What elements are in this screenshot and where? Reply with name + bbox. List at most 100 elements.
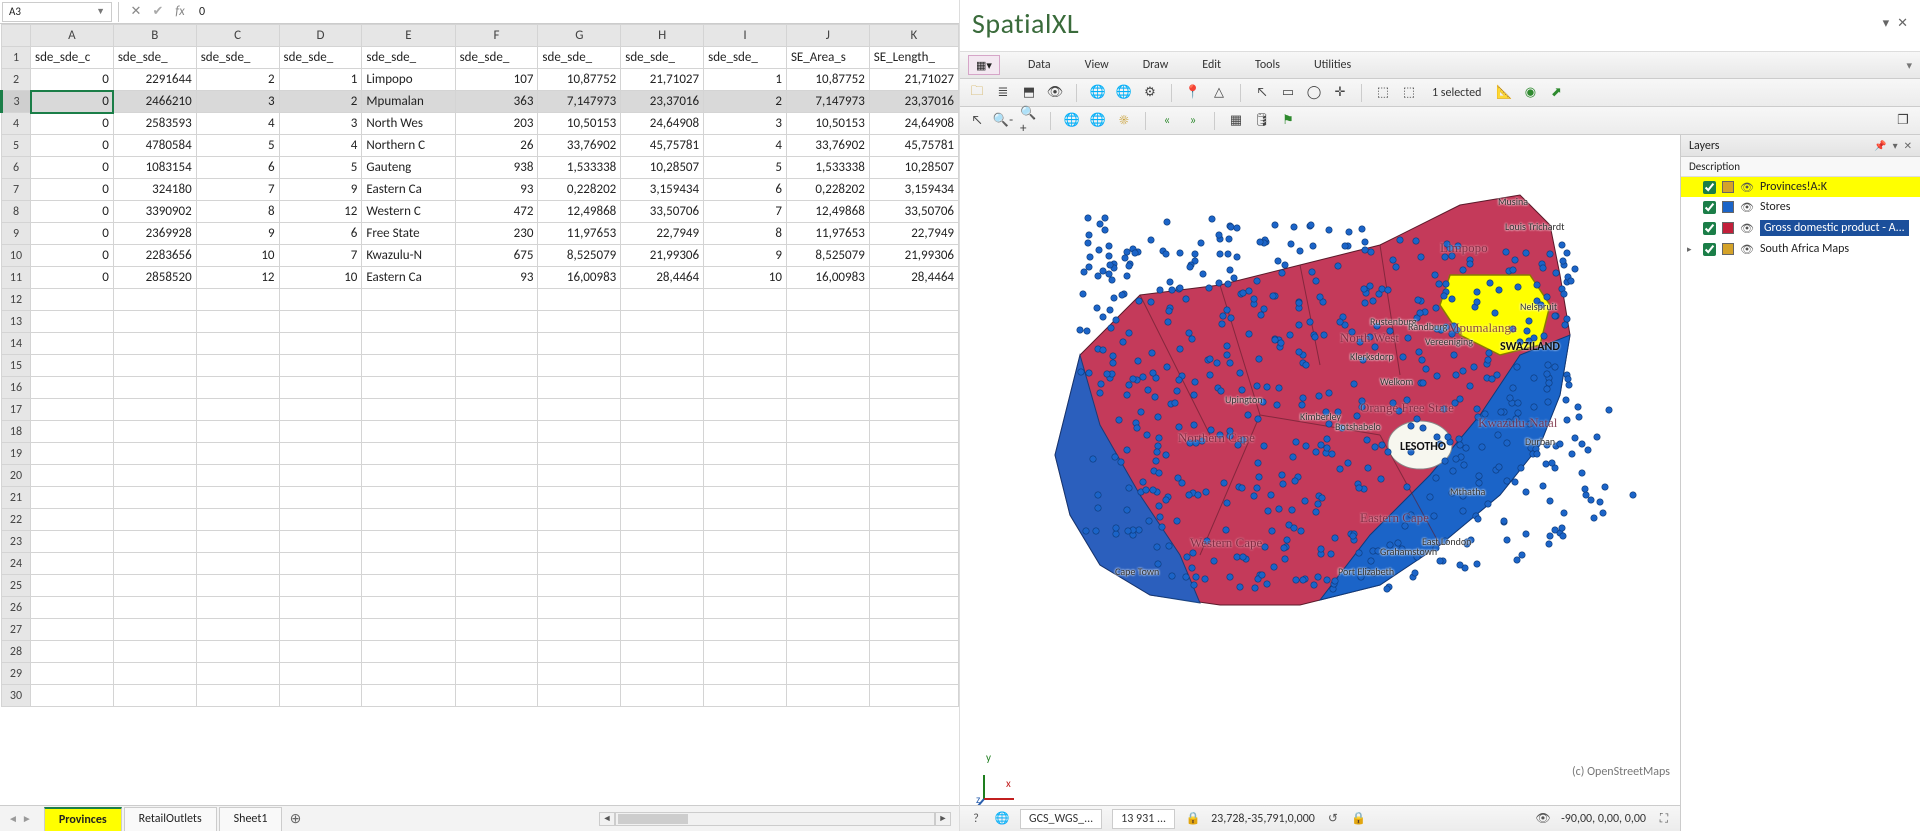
cell[interactable]: 10	[704, 267, 787, 289]
dropdown-icon[interactable]: ▾	[1883, 16, 1890, 31]
cell[interactable]: 10,50153	[786, 113, 869, 135]
row-header[interactable]: 19	[2, 443, 31, 465]
cell[interactable]	[455, 311, 538, 333]
cell[interactable]: 9	[196, 223, 279, 245]
cell[interactable]: 23,37016	[621, 91, 704, 113]
scroll-thumb[interactable]	[618, 814, 688, 824]
header-cell[interactable]: sde_sde_	[455, 47, 538, 69]
cell[interactable]	[704, 311, 787, 333]
cell[interactable]: 0	[31, 179, 114, 201]
cell[interactable]: 5	[196, 135, 279, 157]
cell[interactable]: 21,71027	[869, 69, 958, 91]
cell[interactable]: 8,525079	[786, 245, 869, 267]
header-cell[interactable]: sde_sde_	[362, 47, 455, 69]
layer-checkbox[interactable]	[1703, 243, 1716, 256]
layer-row[interactable]: 👁 Provinces!A:K	[1681, 177, 1920, 197]
row-header[interactable]: 8	[2, 201, 31, 223]
cell[interactable]	[113, 377, 196, 399]
cell[interactable]	[621, 553, 704, 575]
cell[interactable]	[621, 597, 704, 619]
cell[interactable]	[621, 531, 704, 553]
layer-row[interactable]: 👁 Gross domestic product - A...	[1681, 217, 1920, 239]
grid-icon[interactable]: ▦	[1227, 112, 1245, 130]
cell[interactable]: 12	[196, 267, 279, 289]
cell[interactable]	[362, 355, 455, 377]
pin-icon[interactable]: 📍	[1184, 84, 1202, 102]
ribbon-icon[interactable]: ▦▾	[968, 55, 1000, 75]
cell[interactable]	[113, 487, 196, 509]
select-point-icon[interactable]: ✛	[1331, 84, 1349, 102]
cell[interactable]: 11,97653	[538, 223, 621, 245]
cell[interactable]	[362, 509, 455, 531]
cell[interactable]	[621, 575, 704, 597]
cell[interactable]	[786, 311, 869, 333]
cell[interactable]: 8	[196, 201, 279, 223]
column-header[interactable]: C	[196, 25, 279, 47]
cell[interactable]: 7	[704, 201, 787, 223]
cell[interactable]	[455, 663, 538, 685]
cell[interactable]	[31, 663, 114, 685]
accept-formula-button[interactable]: ✔	[147, 2, 169, 22]
cell[interactable]	[31, 289, 114, 311]
cell[interactable]: 93	[455, 267, 538, 289]
cell[interactable]: 1	[279, 69, 362, 91]
cell[interactable]	[455, 399, 538, 421]
cell[interactable]: 2	[704, 91, 787, 113]
close-panel-icon[interactable]: ✕	[1904, 139, 1912, 152]
cell[interactable]: 10,28507	[869, 157, 958, 179]
cell[interactable]: 0	[31, 157, 114, 179]
cell[interactable]: 24,64908	[621, 113, 704, 135]
cell[interactable]	[869, 575, 958, 597]
cell[interactable]	[621, 509, 704, 531]
help-icon[interactable]: ?	[968, 812, 984, 826]
sheet-tab[interactable]: Sheet1	[219, 807, 283, 831]
cell[interactable]	[279, 421, 362, 443]
cell[interactable]: 23,37016	[869, 91, 958, 113]
cell[interactable]: 16,00983	[538, 267, 621, 289]
cell[interactable]	[196, 663, 279, 685]
header-cell[interactable]: sde_sde_	[621, 47, 704, 69]
cell[interactable]: 45,75781	[621, 135, 704, 157]
panel-dropdown-icon[interactable]: ▾	[1893, 139, 1898, 152]
cell[interactable]: Eastern Ca	[362, 179, 455, 201]
cell[interactable]	[362, 531, 455, 553]
cell[interactable]	[113, 553, 196, 575]
row-header[interactable]: 27	[2, 619, 31, 641]
cell[interactable]	[869, 333, 958, 355]
cell[interactable]	[113, 509, 196, 531]
cell[interactable]: 33,50706	[869, 201, 958, 223]
cell[interactable]	[869, 377, 958, 399]
cell[interactable]	[704, 487, 787, 509]
name-box[interactable]: A3 ▼	[2, 2, 112, 22]
formula-input[interactable]: 0	[191, 5, 959, 19]
row-header[interactable]: 9	[2, 223, 31, 245]
cell[interactable]	[362, 663, 455, 685]
cell[interactable]	[704, 619, 787, 641]
row-header[interactable]: 18	[2, 421, 31, 443]
sheet-tab[interactable]: RetailOutlets	[124, 807, 217, 831]
cell[interactable]: 3	[704, 113, 787, 135]
lock2-icon[interactable]: 🔒	[1351, 811, 1367, 826]
cell[interactable]	[31, 531, 114, 553]
cell[interactable]	[869, 465, 958, 487]
menu-dropdown-icon[interactable]: ▾	[1906, 59, 1912, 72]
cell[interactable]	[621, 663, 704, 685]
cell[interactable]: 26	[455, 135, 538, 157]
cell[interactable]	[704, 597, 787, 619]
row-header[interactable]: 16	[2, 377, 31, 399]
cell[interactable]	[196, 355, 279, 377]
cell[interactable]	[621, 465, 704, 487]
row-header[interactable]: 26	[2, 597, 31, 619]
cog-icon[interactable]: ⚙	[1141, 84, 1159, 102]
cell[interactable]	[455, 575, 538, 597]
cell[interactable]	[455, 333, 538, 355]
menu-item[interactable]: View	[1085, 58, 1109, 72]
column-header[interactable]: B	[113, 25, 196, 47]
cell[interactable]	[31, 465, 114, 487]
cell[interactable]	[786, 663, 869, 685]
cell[interactable]	[362, 487, 455, 509]
cell[interactable]: 2	[196, 69, 279, 91]
cell[interactable]	[113, 685, 196, 707]
column-header[interactable]: A	[31, 25, 114, 47]
cell[interactable]	[538, 597, 621, 619]
